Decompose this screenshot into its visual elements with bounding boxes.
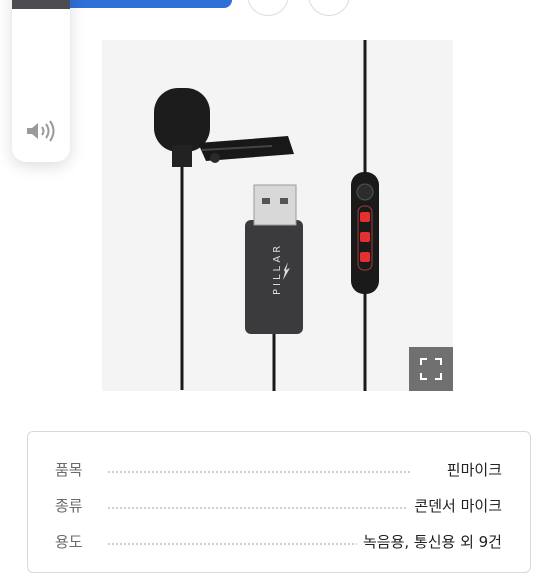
dotted-leader bbox=[108, 471, 410, 473]
expand-button[interactable] bbox=[409, 347, 453, 391]
spec-label: 품목 bbox=[55, 461, 83, 479]
volume-slider-track[interactable] bbox=[12, 0, 70, 9]
spec-row: 용도 녹음용, 통신용 외 9건 bbox=[28, 526, 530, 556]
spec-table: 품목 핀마이크 종류 콘덴서 마이크 용도 녹음용, 통신용 외 9건 bbox=[27, 431, 531, 573]
spec-label: 용도 bbox=[55, 533, 83, 551]
spec-row: 종류 콘덴서 마이크 bbox=[28, 490, 530, 520]
spec-value: 녹음용, 통신용 외 9건 bbox=[356, 531, 502, 552]
expand-icon bbox=[420, 358, 442, 380]
brand-mark: PILLAR bbox=[272, 243, 283, 295]
spec-value: 핀마이크 bbox=[440, 459, 502, 480]
volume-panel[interactable] bbox=[12, 0, 70, 162]
product-image[interactable]: PILLAR bbox=[102, 40, 453, 391]
spec-value: 콘덴서 마이크 bbox=[408, 495, 502, 516]
spec-row: 품목 핀마이크 bbox=[28, 454, 530, 484]
spec-label: 종류 bbox=[55, 497, 83, 515]
speaker-icon bbox=[24, 119, 58, 147]
circle-button-1[interactable] bbox=[247, 0, 289, 16]
circle-button-2[interactable] bbox=[308, 0, 350, 16]
top-toolbar-accent bbox=[70, 0, 232, 8]
dotted-leader bbox=[108, 507, 410, 509]
